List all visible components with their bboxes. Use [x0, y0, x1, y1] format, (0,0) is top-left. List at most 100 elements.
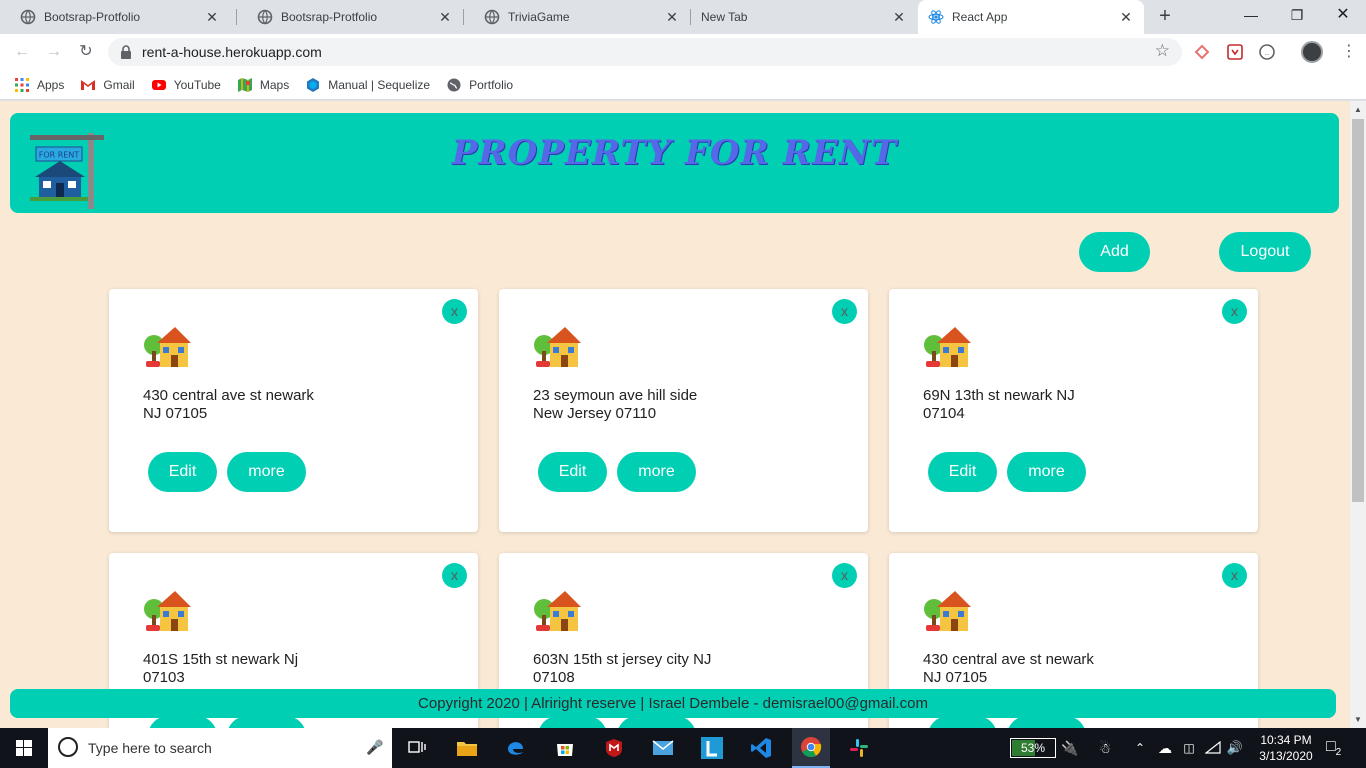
forward-icon[interactable]: → [43, 41, 65, 63]
power-plug-icon[interactable]: 🔌 [1061, 728, 1078, 768]
page-viewport: FOR RENT PROPERTY FOR RENT Add Logout x … [0, 101, 1350, 728]
bookmark-gmail[interactable]: Gmail [80, 77, 135, 93]
onedrive-cloud-icon[interactable]: ☁ [1155, 728, 1175, 768]
edit-property-button[interactable]: Edit [538, 452, 607, 492]
delete-property-button[interactable]: x [832, 563, 857, 588]
property-card: x 23 seymoun ave hill side New Jersey 071… [499, 289, 868, 532]
minimize-icon[interactable]: — [1228, 0, 1274, 34]
lock-icon [120, 45, 132, 59]
globe-icon [484, 9, 500, 25]
extension-icon[interactable] [1193, 43, 1211, 61]
tab-close-icon[interactable]: ✕ [891, 9, 907, 26]
property-address: 23 seymoun ave hill side New Jersey 07110 [533, 387, 698, 422]
gmail-icon [80, 77, 96, 93]
add-property-button[interactable]: Add [1079, 232, 1150, 272]
bookmark-apps[interactable]: Apps [14, 77, 64, 93]
windows-start-icon[interactable] [0, 728, 48, 768]
tab-bootstrap-portfolio-2[interactable]: Bootsrap-Protfolio ✕ [237, 0, 463, 34]
delete-property-button[interactable]: x [442, 563, 467, 588]
address-bar[interactable]: rent-a-house.herokuapp.com ☆ [108, 38, 1182, 66]
bookmark-label: Manual | Sequelize [328, 77, 431, 92]
scroll-up-icon[interactable]: ▲ [1350, 105, 1366, 114]
tab-close-icon[interactable]: ✕ [1118, 9, 1134, 26]
tab-close-icon[interactable]: ✕ [437, 9, 453, 26]
more-details-button[interactable]: more [617, 452, 696, 492]
bookmark-label: Portfolio [469, 77, 514, 92]
maps-icon [237, 77, 253, 93]
edit-property-button[interactable]: Edit [928, 452, 997, 492]
bookmark-label: Maps [259, 77, 290, 92]
action-center-icon[interactable]: □2 [1326, 738, 1341, 758]
reload-icon[interactable]: ↻ [75, 41, 97, 63]
bookmark-youtube[interactable]: YouTube [151, 77, 221, 93]
tab-close-icon[interactable]: ✕ [204, 9, 220, 26]
bookmark-portfolio[interactable]: Portfolio [446, 77, 513, 93]
tab-react-app[interactable]: React App ✕ [918, 0, 1144, 34]
mail-icon[interactable] [646, 728, 680, 768]
tab-title: Bootsrap-Protfolio [281, 10, 378, 24]
property-address: 401S 15th st newark Nj 07103 [143, 651, 299, 686]
page-title: PROPERTY FOR RENT [451, 133, 898, 173]
house-icon [534, 327, 581, 367]
tab-bootstrap-portfolio-1[interactable]: Bootsrap-Protfolio ✕ [0, 0, 230, 34]
slack-icon[interactable] [842, 728, 876, 768]
notification-count: 2 [1335, 747, 1342, 759]
property-address: 430 central ave st newark NJ 07105 [143, 387, 314, 422]
battery-tray-icon[interactable]: ◫ [1180, 728, 1198, 768]
restore-icon[interactable]: ❐ [1274, 0, 1320, 34]
extension-icon[interactable]: .. [1258, 43, 1276, 61]
bookmark-sequelize[interactable]: Manual | Sequelize [305, 77, 430, 93]
file-explorer-icon[interactable] [450, 728, 484, 768]
page-scrollbar[interactable]: ▲ ▼ [1350, 101, 1366, 728]
delete-property-button[interactable]: x [832, 299, 857, 324]
tab-title: New Tab [701, 10, 748, 24]
tab-triviagame[interactable]: TriviaGame ✕ [464, 0, 690, 34]
lens-app-icon[interactable] [695, 728, 729, 768]
new-tab-button[interactable]: + [1155, 6, 1175, 27]
house-icon [924, 327, 971, 367]
bookmark-star-icon[interactable]: ☆ [1155, 41, 1170, 61]
system-clock[interactable]: 10:34 PM 3/13/2020 [1254, 732, 1318, 764]
close-window-icon[interactable]: ✕ [1320, 0, 1366, 34]
scrollbar-thumb[interactable] [1352, 119, 1364, 502]
microphone-icon[interactable]: 🎤 [366, 739, 383, 756]
bookmark-maps[interactable]: Maps [237, 77, 289, 93]
delete-property-button[interactable]: x [1222, 299, 1247, 324]
logout-button[interactable]: Logout [1219, 232, 1311, 272]
delete-property-button[interactable]: x [1222, 563, 1247, 588]
extension-icon[interactable] [1226, 43, 1244, 61]
edit-property-button[interactable]: Edit [148, 452, 217, 492]
volume-icon[interactable]: 🔊 [1226, 728, 1244, 768]
show-hidden-icons-chevron-icon[interactable]: ⌃ [1131, 728, 1149, 768]
search-placeholder: Type here to search [88, 740, 212, 756]
task-view-icon[interactable] [400, 728, 434, 768]
people-icon[interactable]: ☃ [1094, 728, 1116, 768]
taskbar-search-box[interactable]: Type here to search 🎤 [48, 728, 392, 768]
delete-property-button[interactable]: x [442, 299, 467, 324]
back-icon[interactable]: ← [11, 41, 33, 63]
globe-icon [446, 77, 462, 93]
microsoft-store-icon[interactable] [548, 728, 582, 768]
menu-kebab-icon[interactable]: ⋮ [1340, 43, 1358, 61]
battery-indicator[interactable]: 53% [1010, 738, 1056, 758]
url-text: rent-a-house.herokuapp.com [142, 44, 322, 60]
browser-toolbar: ← → ↻ rent-a-house.herokuapp.com ☆ .. ⋮ [0, 34, 1366, 70]
youtube-icon [151, 77, 167, 93]
more-details-button[interactable]: more [1007, 452, 1086, 492]
site-header: FOR RENT PROPERTY FOR RENT [10, 113, 1339, 213]
bookmark-label: Apps [37, 77, 65, 92]
tab-new-tab[interactable]: New Tab ✕ [691, 0, 917, 34]
property-card: x 69N 13th st newark NJ 07104 Edit more [889, 289, 1258, 532]
more-details-button[interactable]: more [227, 452, 306, 492]
tab-close-icon[interactable]: ✕ [664, 9, 680, 26]
wifi-icon[interactable] [1204, 728, 1222, 768]
edge-browser-icon[interactable] [499, 728, 533, 768]
clock-time: 10:34 PM [1260, 733, 1312, 747]
profile-avatar[interactable] [1301, 41, 1323, 63]
react-icon [928, 9, 944, 25]
vscode-icon[interactable] [744, 728, 778, 768]
scroll-down-icon[interactable]: ▼ [1350, 715, 1366, 724]
mcafee-icon[interactable] [597, 728, 631, 768]
sequelize-icon [305, 77, 321, 93]
chrome-icon[interactable] [792, 728, 830, 768]
